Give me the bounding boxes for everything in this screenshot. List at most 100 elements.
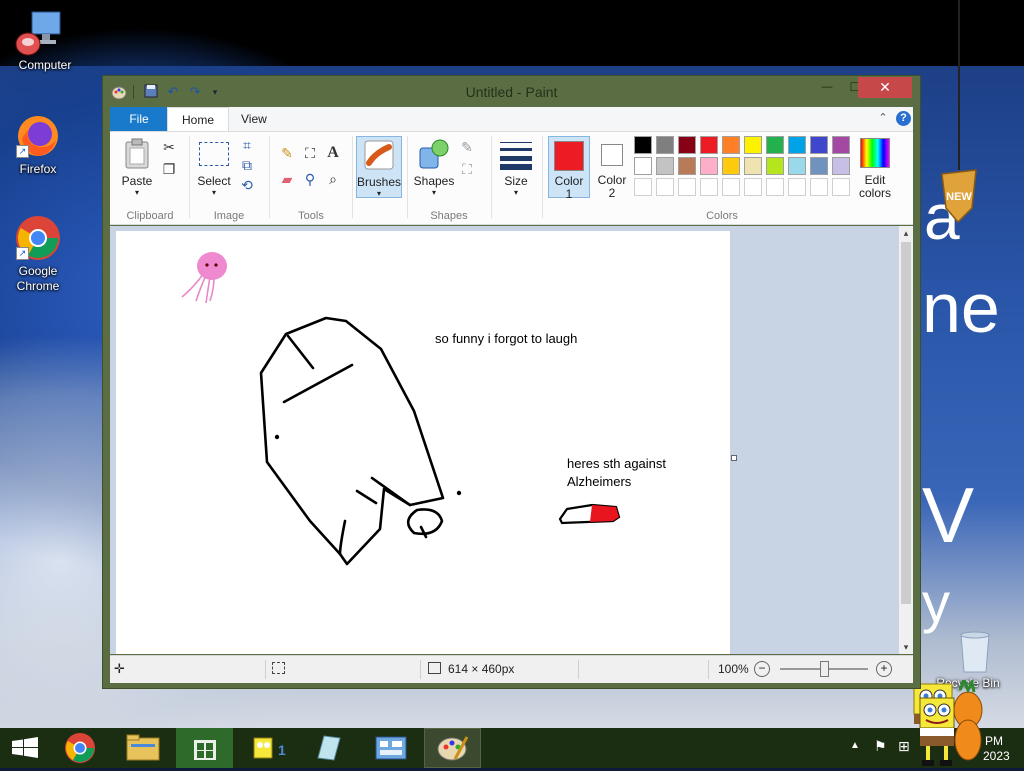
desktop-icon-computer[interactable]: Computer — [3, 8, 73, 72]
close-button[interactable]: ✕ — [858, 77, 912, 98]
palette-swatch[interactable] — [678, 157, 696, 175]
eraser-icon[interactable]: ▰ — [278, 170, 296, 188]
taskbar-chrome[interactable] — [52, 728, 109, 768]
palette-swatch[interactable] — [634, 178, 652, 196]
size-button[interactable]: Size ▾ — [496, 136, 536, 198]
chrome-icon: ↗ — [14, 214, 62, 262]
palette-swatch[interactable] — [832, 178, 850, 196]
fill-shape-icon[interactable]: ⛶ — [458, 160, 476, 178]
help-icon[interactable]: ? — [896, 111, 911, 126]
paste-button[interactable]: Paste ▾ — [116, 136, 158, 198]
palette-swatch[interactable] — [788, 136, 806, 154]
palette-swatch[interactable] — [656, 178, 674, 196]
desktop-icon-firefox[interactable]: ↗ Firefox — [3, 112, 73, 177]
palette-swatch[interactable] — [634, 136, 652, 154]
palette-swatch[interactable] — [832, 136, 850, 154]
palette-swatch[interactable] — [678, 178, 696, 196]
palette-swatch[interactable] — [810, 157, 828, 175]
magnifier-icon[interactable]: ⌕ — [324, 170, 342, 188]
group-separator — [189, 136, 190, 218]
canvas-resize-handle[interactable] — [731, 455, 737, 461]
wallpaper-text: y — [922, 571, 950, 634]
cut-icon[interactable]: ✂ — [160, 138, 178, 156]
outline-icon[interactable]: ✎ — [458, 138, 476, 156]
collapse-ribbon-icon[interactable]: ⌃ — [876, 111, 890, 125]
palette-swatch[interactable] — [656, 157, 674, 175]
scroll-thumb[interactable] — [901, 242, 911, 604]
palette-swatch[interactable] — [656, 136, 674, 154]
taskbar-store[interactable] — [176, 728, 233, 768]
cursor-position-icon: ✛ — [114, 661, 125, 676]
scroll-up-icon[interactable]: ▴ — [899, 226, 913, 240]
crop-icon[interactable]: ⌗ — [238, 136, 256, 154]
computer-icon — [14, 8, 62, 56]
vertical-scrollbar[interactable]: ▴ ▾ — [899, 226, 913, 654]
palette-swatch[interactable] — [722, 136, 740, 154]
firefox-icon: ↗ — [14, 112, 62, 160]
title-bar[interactable]: ↶ ↷ ▾ Untitled - Paint — ☐ ✕ — [103, 76, 920, 107]
taskbar-control-panel[interactable] — [362, 728, 419, 768]
palette-swatch[interactable] — [744, 178, 762, 196]
text-icon[interactable]: A — [324, 144, 342, 162]
palette-swatch[interactable] — [744, 136, 762, 154]
palette-swatch[interactable] — [700, 178, 718, 196]
palette-swatch[interactable] — [766, 157, 784, 175]
palette-swatch[interactable] — [766, 178, 784, 196]
taskbar-notes-app[interactable] — [300, 728, 357, 768]
desktop-icon-chrome[interactable]: ↗ Google Chrome — [3, 214, 73, 294]
tab-file[interactable]: File — [110, 107, 168, 131]
chevron-down-icon: ▾ — [211, 188, 216, 197]
scroll-down-icon[interactable]: ▾ — [899, 640, 913, 654]
palette-swatch[interactable] — [788, 157, 806, 175]
palette-swatch[interactable] — [788, 178, 806, 196]
shapes-button[interactable]: Shapes ▾ — [412, 136, 456, 198]
ribbon-tabs: File Home View ⌃ ? — [110, 107, 913, 131]
palette-swatch[interactable] — [810, 136, 828, 154]
sketch-drawing — [259, 316, 462, 566]
edit-colors-button[interactable]: Edit colors — [854, 136, 896, 200]
image-size-icon — [428, 662, 441, 674]
tab-home[interactable]: Home — [167, 107, 230, 131]
clock-date[interactable]: 2023 — [983, 749, 1010, 763]
drawing-canvas[interactable]: so funny i forgot to laugh heres sth aga… — [116, 231, 730, 654]
palette-swatch[interactable] — [700, 157, 718, 175]
palette-swatch[interactable] — [700, 136, 718, 154]
palette-swatch[interactable] — [634, 157, 652, 175]
palette-swatch[interactable] — [678, 136, 696, 154]
color2-swatch — [601, 144, 623, 166]
tab-view[interactable]: View — [227, 107, 281, 131]
resize-icon[interactable]: ⧉ — [238, 156, 256, 174]
pencil-icon[interactable]: ✎ — [278, 144, 296, 162]
select-button[interactable]: Select ▾ — [194, 136, 234, 198]
start-button[interactable] — [0, 728, 50, 768]
action-center-flag-icon[interactable]: ⚑ — [874, 738, 887, 755]
group-separator — [352, 136, 353, 218]
zoom-slider-thumb[interactable] — [820, 661, 829, 677]
clock-time[interactable]: PM — [985, 734, 1003, 748]
rotate-icon[interactable]: ⟲ — [238, 176, 256, 194]
zoom-out-button[interactable]: − — [754, 661, 770, 677]
brushes-button[interactable]: Brushes ▾ — [356, 136, 402, 198]
taskbar-paint[interactable] — [424, 728, 481, 768]
paint-icon — [437, 736, 469, 761]
palette-swatch[interactable] — [722, 157, 740, 175]
copy-icon[interactable]: ❐ — [160, 160, 178, 178]
minimize-button[interactable]: — — [815, 77, 839, 98]
tray-overflow-icon[interactable]: ▲ — [850, 740, 860, 751]
palette-swatch[interactable] — [810, 178, 828, 196]
color-picker-icon[interactable]: ⚲ — [301, 170, 319, 188]
palette-swatch[interactable] — [766, 136, 784, 154]
status-separator — [265, 660, 266, 679]
clipboard-icon — [124, 138, 152, 173]
color1-button[interactable]: Color 1 — [548, 136, 590, 201]
shapes-icon — [418, 138, 450, 173]
taskbar-file-explorer[interactable] — [114, 728, 171, 768]
palette-swatch[interactable] — [722, 178, 740, 196]
color2-button[interactable]: Color 2 — [592, 136, 632, 200]
zoom-in-button[interactable]: + — [876, 661, 892, 677]
fill-icon[interactable]: ⛶ — [301, 144, 319, 162]
taskbar-spongebob-app[interactable]: 1 — [238, 728, 295, 768]
network-icon[interactable]: ⊞ — [898, 738, 910, 755]
palette-swatch[interactable] — [744, 157, 762, 175]
palette-swatch[interactable] — [832, 157, 850, 175]
